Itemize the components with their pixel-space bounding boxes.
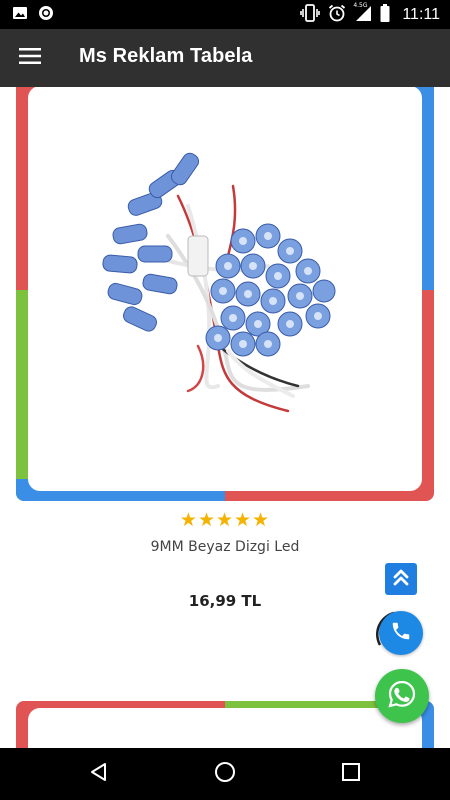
app-title: Ms Reklam Tabela [79, 45, 253, 67]
status-bar-right: 4.5G 11:11 [300, 2, 440, 26]
record-icon [38, 5, 54, 25]
alarm-icon [328, 4, 346, 26]
call-button[interactable] [379, 611, 423, 655]
image-icon [12, 5, 28, 25]
signal-icon: 4.5G [353, 2, 372, 26]
hamburger-menu-icon [19, 48, 41, 68]
vibrate-icon [300, 4, 321, 26]
status-bar-left [12, 5, 54, 25]
double-chevron-up-icon [392, 567, 410, 591]
product-name[interactable]: 9MM Beyaz Dizgi Led [0, 539, 450, 555]
app-bar: Ms Reklam Tabela [0, 29, 450, 87]
navigation-bar [0, 748, 450, 800]
recents-button[interactable] [338, 761, 364, 787]
back-icon [88, 761, 110, 787]
recents-icon [341, 762, 361, 786]
phone-icon [390, 620, 412, 646]
menu-button[interactable] [10, 38, 50, 78]
product-image-container[interactable] [28, 87, 422, 491]
whatsapp-icon [386, 678, 418, 714]
whatsapp-button[interactable] [375, 669, 429, 723]
product-image-container[interactable] [28, 708, 422, 748]
product-card[interactable] [16, 87, 434, 501]
status-time: 11:11 [402, 6, 440, 23]
product-image[interactable] [28, 87, 422, 491]
back-button[interactable] [86, 761, 112, 787]
battery-icon [380, 4, 390, 26]
home-icon [213, 760, 237, 788]
status-bar: 4.5G 11:11 [0, 0, 450, 29]
scroll-to-top-button[interactable] [385, 563, 417, 595]
call-button-container [372, 607, 426, 661]
product-card[interactable] [16, 701, 434, 748]
home-button[interactable] [212, 761, 238, 787]
rating-stars: ★★★★★ [179, 509, 271, 531]
